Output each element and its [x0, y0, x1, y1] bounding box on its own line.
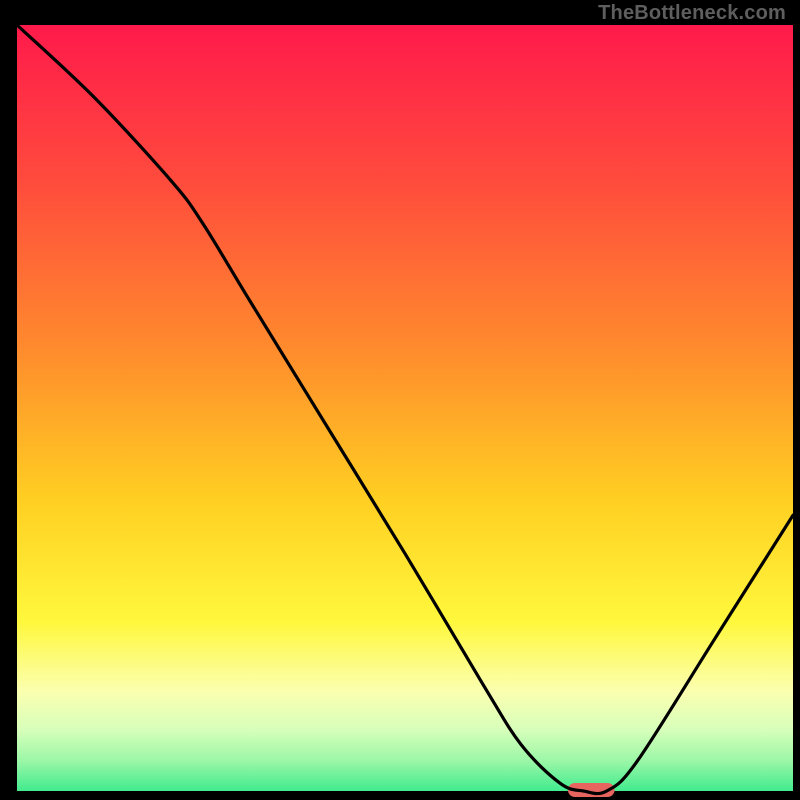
bottleneck-chart	[0, 0, 800, 800]
chart-frame: TheBottleneck.com	[0, 0, 800, 800]
watermark-text: TheBottleneck.com	[598, 2, 786, 25]
